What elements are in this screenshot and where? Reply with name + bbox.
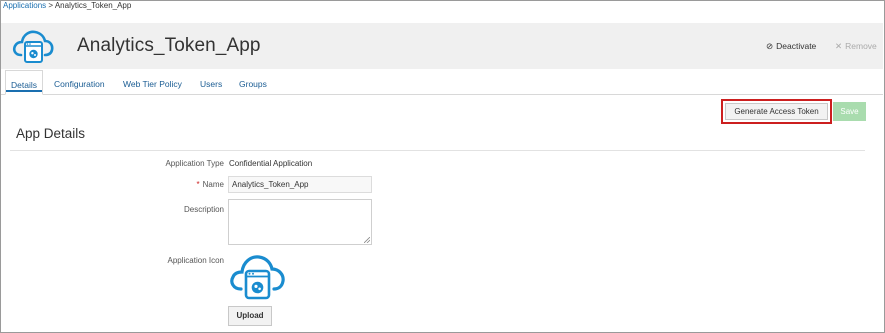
application-icon-preview (230, 255, 285, 300)
breadcrumb: Applications > Analytics_Token_App (3, 1, 131, 10)
description-label: Description (183, 205, 224, 214)
close-icon: ✕ (835, 41, 843, 51)
deactivate-button[interactable]: ⊘ Deactivate (766, 41, 816, 52)
description-field[interactable] (228, 199, 372, 245)
generate-access-token-highlight: Generate Access Token (721, 99, 832, 124)
breadcrumb-current: Analytics_Token_App (54, 1, 132, 10)
app-header: Analytics_Token_App ⊘ Deactivate ✕ Remove (1, 23, 883, 69)
name-label: * Name (150, 180, 224, 189)
deactivate-icon: ⊘ (766, 41, 774, 51)
save-button[interactable]: Save (833, 102, 866, 121)
breadcrumb-applications-link[interactable]: Applications (3, 1, 46, 10)
cloud-app-icon (12, 30, 54, 63)
generate-access-token-button[interactable]: Generate Access Token (725, 103, 828, 120)
remove-label: Remove (845, 41, 877, 51)
tab-users[interactable]: Users (200, 70, 222, 95)
breadcrumb-separator: > (46, 1, 55, 10)
page-title: Analytics_Token_App (77, 35, 261, 56)
application-type-value: Confidential Application (229, 159, 313, 168)
tab-web-tier-policy[interactable]: Web Tier Policy (123, 70, 182, 95)
tab-configuration[interactable]: Configuration (54, 70, 105, 95)
section-title: App Details (16, 126, 86, 141)
name-field[interactable] (228, 176, 372, 193)
application-icon-label: Application Icon (167, 256, 224, 265)
tab-bar: Details Configuration Web Tier Policy Us… (1, 70, 883, 95)
required-marker: * (196, 180, 200, 189)
remove-button[interactable]: ✕ Remove (835, 41, 877, 52)
upload-button[interactable]: Upload (228, 306, 272, 326)
name-label-text: Name (202, 180, 224, 189)
application-type-label: Application Type (165, 159, 224, 168)
tab-details[interactable]: Details (5, 70, 43, 95)
resize-grip-icon[interactable] (364, 237, 370, 243)
deactivate-label: Deactivate (776, 41, 817, 51)
section-divider (10, 150, 865, 151)
tab-groups[interactable]: Groups (239, 70, 267, 95)
